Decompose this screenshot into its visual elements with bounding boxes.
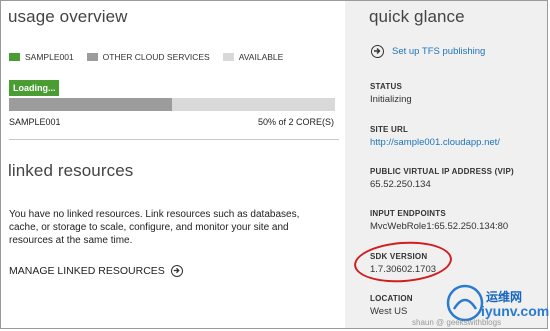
- arrow-right-circle-icon: [170, 265, 183, 277]
- usage-bar: [9, 98, 335, 111]
- left-panel: usage overview SAMPLE001 OTHER CLOUD SER…: [1, 1, 344, 328]
- usage-bar-name: SAMPLE001: [9, 117, 61, 127]
- site-url-label: SITE URL: [370, 125, 409, 134]
- legend-label: AVAILABLE: [238, 52, 284, 62]
- quick-glance-title: quick glance: [369, 7, 465, 26]
- site-url-link[interactable]: http://sample001.cloudapp.net/: [370, 137, 500, 148]
- legend-label: SAMPLE001: [25, 52, 74, 62]
- arrow-right-circle-icon: [371, 45, 384, 58]
- status-label: STATUS: [370, 82, 403, 91]
- legend-swatch-available: [222, 53, 234, 61]
- setup-tfs-publishing-label: Set up TFS publishing: [392, 46, 486, 57]
- input-endpoints-label: INPUT ENDPOINTS: [370, 209, 446, 218]
- public-vip-label: PUBLIC VIRTUAL IP ADDRESS (VIP): [370, 167, 514, 176]
- legend-swatch-sample001: [9, 53, 20, 61]
- manage-linked-resources-button[interactable]: MANAGE LINKED RESOURCES: [9, 265, 183, 277]
- usage-legend: SAMPLE001 OTHER CLOUD SERVICES AVAILABLE: [9, 52, 296, 62]
- input-endpoints-value: MvcWebRole1:65.52.250.134:80: [370, 221, 509, 232]
- linked-resources-title: linked resources: [8, 161, 134, 180]
- legend-swatch-other: [86, 53, 98, 61]
- watermark-domain: iyunv.com: [481, 303, 550, 319]
- usage-bar-fill: [9, 98, 172, 111]
- section-divider: [9, 139, 339, 140]
- legend-item-other-cloud-services: OTHER CLOUD SERVICES: [86, 52, 210, 62]
- legend-item-available: AVAILABLE: [222, 52, 284, 62]
- usage-bar-value: 50% of 2 CORE(S): [257, 117, 334, 127]
- setup-tfs-publishing-link[interactable]: Set up TFS publishing: [371, 45, 485, 58]
- legend-item-sample001: SAMPLE001: [9, 52, 74, 62]
- status-value: Initializing: [370, 94, 412, 105]
- usage-overview-title: usage overview: [8, 7, 128, 26]
- watermark-logo-icon: [446, 284, 484, 322]
- loading-badge: Loading...: [9, 80, 59, 96]
- watermark-blog: shaun @ geekswithblogs: [412, 318, 502, 327]
- public-vip-value: 65.52.250.134: [370, 179, 431, 190]
- location-label: LOCATION: [370, 294, 413, 303]
- manage-linked-resources-label: MANAGE LINKED RESOURCES: [9, 265, 165, 277]
- location-value: West US: [370, 306, 408, 317]
- legend-label: OTHER CLOUD SERVICES: [102, 52, 210, 62]
- linked-resources-description: You have no linked resources. Link resou…: [9, 209, 300, 246]
